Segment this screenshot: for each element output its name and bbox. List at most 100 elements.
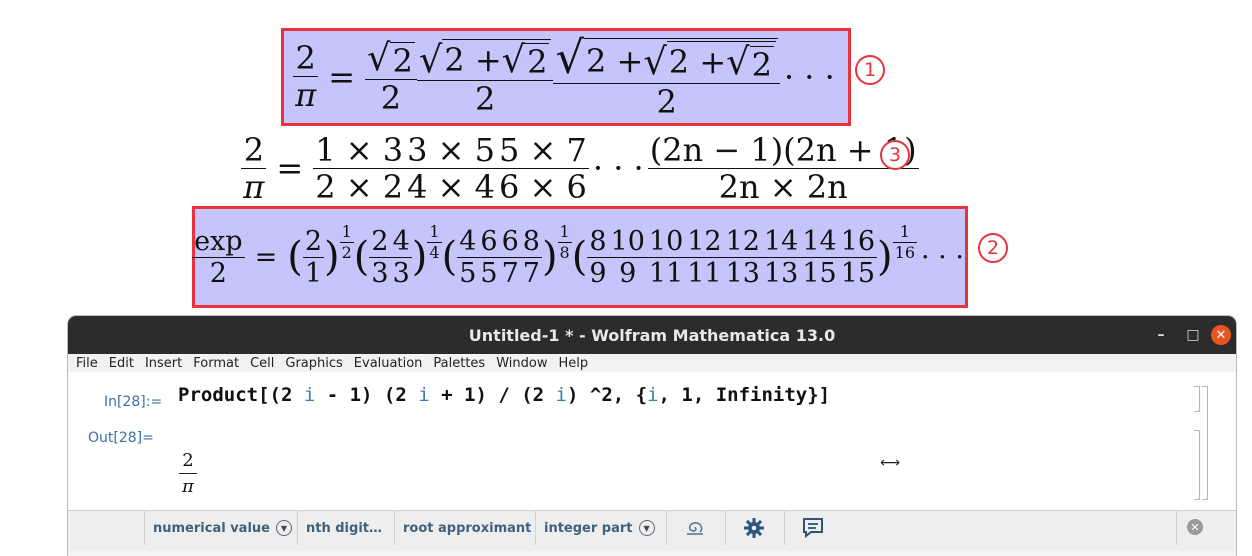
- output-cell-bracket[interactable]: [1194, 430, 1200, 500]
- output-denominator: π: [179, 473, 197, 497]
- denominator: 13: [761, 256, 801, 289]
- ellipsis: · · ·: [783, 57, 835, 96]
- fraction-term: 23: [369, 228, 391, 289]
- denominator: 9: [587, 256, 609, 289]
- numerator: 2: [295, 39, 316, 78]
- term-3: √ 2 + √ 2 + √ 2 2: [553, 35, 780, 118]
- numerator: 1: [559, 221, 570, 241]
- inner-radicand: 2: [749, 45, 774, 84]
- code-variable: i: [303, 384, 316, 406]
- numerator: 14: [763, 225, 799, 257]
- output-cell[interactable]: 2 π: [179, 450, 197, 497]
- numerator: exp: [194, 225, 243, 257]
- denominator: 2: [553, 82, 780, 118]
- suggestion-integer-part[interactable]: integer part ▼: [535, 511, 665, 545]
- numerator: 4: [392, 225, 410, 257]
- equals-sign: =: [328, 57, 356, 96]
- code-text: ) ^2, {: [567, 384, 648, 406]
- menu-insert[interactable]: Insert: [145, 356, 182, 371]
- denominator: 8: [557, 241, 572, 262]
- input-label: In[28]:=: [104, 394, 163, 410]
- menu-bar: File Edit Insert Format Cell Graphics Ev…: [68, 354, 1236, 372]
- minimize-button[interactable]: –: [1151, 325, 1171, 345]
- numerator: 5 × 7: [498, 130, 587, 169]
- exponent: 12: [339, 223, 354, 261]
- denominator: 5: [457, 256, 479, 289]
- denominator: 11: [685, 256, 724, 289]
- code-text: - 1) (2: [315, 384, 419, 406]
- denominator: 2 × 2: [313, 167, 406, 206]
- numerator: 8: [522, 225, 540, 257]
- fraction-term: 87: [520, 225, 542, 287]
- menu-evaluation[interactable]: Evaluation: [354, 356, 423, 371]
- fraction-term: 3 × 54 × 4: [405, 130, 497, 203]
- fraction-term: 12 11: [685, 228, 724, 289]
- formula-1: 2π = √ 2 2 √ 2 + √ 2 2 √ 2 + √ 2 + √ 2 2 · · ·: [293, 35, 839, 118]
- denominator: 11: [646, 256, 686, 289]
- radicand-text: 2 +: [668, 43, 727, 82]
- menu-edit[interactable]: Edit: [109, 356, 134, 371]
- denominator: 5: [478, 256, 500, 289]
- output-numerator: 2: [182, 450, 194, 471]
- fraction-term: 16 15: [838, 225, 878, 289]
- numerator: 14: [802, 225, 837, 257]
- suggestions-bar: numerical value ▼ nth digit… root approxi…: [68, 510, 1236, 551]
- denominator: 2: [192, 256, 245, 287]
- maximize-button[interactable]: □: [1183, 325, 1203, 345]
- fraction-term: 21: [302, 228, 324, 287]
- input-cell[interactable]: Product[(2 i - 1) (2 i + 1) / (2 i) ^2, …: [178, 384, 830, 406]
- exponent: 18: [557, 221, 572, 262]
- close-button[interactable]: ✕: [1211, 325, 1231, 345]
- notebook-area[interactable]: In[28]:= Product[(2 i - 1) (2 i + 1) / (…: [68, 372, 1236, 510]
- numerator: 3 × 5: [407, 130, 495, 169]
- suggestion-label: root approximant: [403, 520, 532, 536]
- inner-radicand: 2: [525, 43, 550, 82]
- output-label: Out[28]=: [88, 430, 154, 446]
- formula-2-box: exp 2 = ( 21 ) 12 ( 23 43 ) 14 ( 45 65 67…: [192, 206, 968, 308]
- input-cell-bracket[interactable]: [1194, 386, 1200, 412]
- fraction-term: 89: [587, 228, 609, 289]
- numerator: 1: [429, 221, 440, 241]
- denominator: 3: [369, 256, 391, 289]
- fraction-term: 43: [390, 225, 412, 289]
- menu-format[interactable]: Format: [193, 356, 239, 371]
- group-cell-bracket[interactable]: [1202, 386, 1208, 500]
- denominator: 9: [608, 256, 647, 287]
- numerator: 1: [899, 221, 910, 241]
- code-text: Product[(2: [178, 384, 304, 406]
- text-cursor-icon: ⟷: [880, 455, 901, 471]
- lhs-fraction: 2π: [241, 134, 267, 203]
- suggestion-label: integer part: [544, 520, 633, 536]
- suggestion-nth-digit[interactable]: nth digit…: [297, 511, 393, 545]
- menu-cell[interactable]: Cell: [250, 356, 274, 371]
- suggestion-root-approximant[interactable]: root approximant: [394, 511, 535, 545]
- settings-gear-icon[interactable]: [725, 511, 782, 545]
- dropdown-arrow-icon[interactable]: ▼: [638, 520, 655, 536]
- denominator: 15: [838, 256, 878, 289]
- menu-graphics[interactable]: Graphics: [285, 356, 342, 371]
- close-circle-icon[interactable]: ✕: [1187, 519, 1203, 535]
- undo-spiral-icon[interactable]: [666, 511, 723, 545]
- window-title: Untitled-1 * - Wolfram Mathematica 13.0: [468, 325, 836, 345]
- suggestion-numerical-value[interactable]: numerical value ▼: [144, 511, 296, 545]
- denominator: 3: [390, 256, 412, 289]
- title-bar[interactable]: Untitled-1 * - Wolfram Mathematica 13.0 …: [68, 316, 1236, 354]
- menu-help[interactable]: Help: [558, 356, 588, 371]
- code-variable: i: [647, 384, 659, 406]
- numerator: (2n − 1)(2n + 1): [649, 130, 917, 169]
- dropdown-arrow-icon[interactable]: ▼: [275, 520, 292, 536]
- feedback-chat-icon[interactable]: [784, 511, 841, 545]
- term-2: √ 2 + √ 2 2: [416, 38, 554, 115]
- numerator: 10: [610, 225, 645, 257]
- menu-window[interactable]: Window: [496, 356, 547, 371]
- menu-file[interactable]: File: [76, 356, 98, 371]
- exponent: 14: [427, 221, 442, 261]
- formula-2: exp 2 = ( 21 ) 12 ( 23 43 ) 14 ( 45 65 67…: [192, 221, 964, 289]
- menu-palettes[interactable]: Palettes: [433, 356, 485, 371]
- numerator: 16: [840, 225, 876, 257]
- lhs-fraction: exp 2: [192, 225, 245, 287]
- badge-2: 2: [978, 233, 1008, 263]
- fraction-term: 65: [478, 228, 500, 289]
- badge-3: 3: [880, 140, 910, 170]
- formula-1-box: 2π = √ 2 2 √ 2 + √ 2 2 √ 2 + √ 2 + √ 2 2 · · ·: [281, 28, 851, 126]
